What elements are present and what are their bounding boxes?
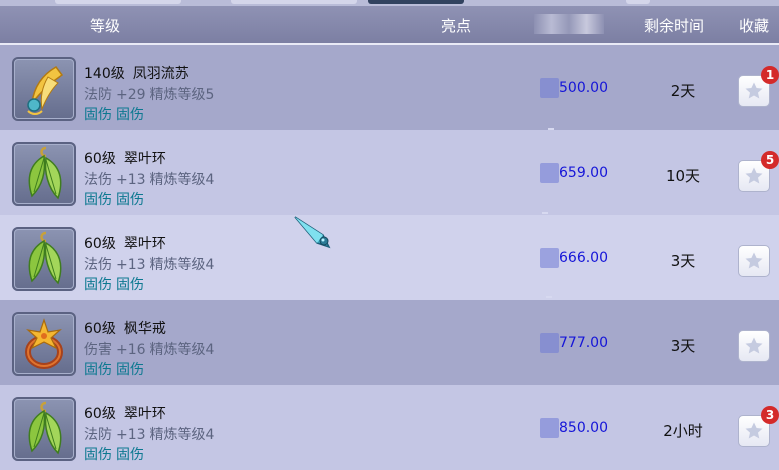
tag: 固伤 xyxy=(116,107,144,123)
item-name: 枫华戒 xyxy=(123,321,166,337)
price-column-mark xyxy=(542,212,548,214)
table-row[interactable]: 60级 翠叶环 法伤 +13 精炼等级4 固伤 固伤 666.00 3天 xyxy=(0,215,779,300)
star-icon xyxy=(745,82,763,99)
tag: 固伤 xyxy=(84,107,112,123)
tag: 固伤 xyxy=(116,277,144,293)
refine-level: 精炼等级4 xyxy=(149,257,215,273)
tag: 固伤 xyxy=(116,362,144,378)
item-level: 60级 xyxy=(84,236,116,252)
tag: 固伤 xyxy=(84,447,112,463)
star-icon xyxy=(745,337,763,354)
star-icon xyxy=(745,252,763,269)
refine-level: 精炼等级4 xyxy=(149,342,215,358)
stat-value: +13 xyxy=(116,172,146,188)
item-name: 翠叶环 xyxy=(123,406,166,422)
item-stats: 伤害 +16 精炼等级4 xyxy=(84,339,218,359)
item-tags: 固伤 固伤 xyxy=(84,359,148,379)
star-icon xyxy=(745,422,763,439)
green-leaf-ring-icon[interactable] xyxy=(12,227,76,291)
item-name: 翠叶环 xyxy=(123,236,166,252)
price-blurred xyxy=(540,333,559,353)
stat-value: +16 xyxy=(116,342,146,358)
refine-level: 精炼等级4 xyxy=(149,427,215,443)
green-leaf-ring-icon[interactable] xyxy=(12,142,76,206)
table-row[interactable]: 60级 翠叶环 法伤 +13 精炼等级4 固伤 固伤 659.00 10天 5 xyxy=(0,130,779,215)
item-title: 60级 枫华戒 xyxy=(84,318,166,338)
tag: 固伤 xyxy=(116,447,144,463)
item-name: 凤羽流苏 xyxy=(132,66,189,82)
stat-value: +13 xyxy=(116,257,146,273)
item-level: 60级 xyxy=(84,151,116,167)
table-row[interactable]: 60级 翠叶环 法防 +13 精炼等级4 固伤 固伤 850.00 2小时 3 xyxy=(0,385,779,470)
item-tags: 固伤 固伤 xyxy=(84,444,148,464)
price-blurred xyxy=(540,248,559,268)
favorite-button[interactable] xyxy=(738,330,770,362)
price-column-mark xyxy=(546,296,552,298)
header-favorite[interactable]: 收藏 xyxy=(739,15,769,36)
top-tab-2[interactable] xyxy=(231,0,357,4)
item-tags: 固伤 固伤 xyxy=(84,274,148,294)
top-tab-1[interactable] xyxy=(55,0,181,4)
tag: 固伤 xyxy=(116,192,144,208)
price-column-mark xyxy=(548,128,554,130)
price-blurred xyxy=(540,163,559,183)
stat-label: 法伤 xyxy=(84,257,112,273)
item-stats: 法防 +13 精炼等级4 xyxy=(84,424,218,444)
item-stats: 法伤 +13 精炼等级4 xyxy=(84,254,218,274)
item-tags: 固伤 固伤 xyxy=(84,189,148,209)
favorite-count-badge: 1 xyxy=(761,66,779,84)
item-name: 翠叶环 xyxy=(123,151,166,167)
item-level: 60级 xyxy=(84,321,116,337)
favorite-button[interactable] xyxy=(738,245,770,277)
price-blurred xyxy=(540,418,559,438)
header-price-blurred[interactable] xyxy=(534,14,604,34)
price-blurred xyxy=(540,78,559,98)
refine-level: 精炼等级5 xyxy=(149,87,215,103)
item-title: 60级 翠叶环 xyxy=(84,233,166,253)
stat-label: 法防 xyxy=(84,87,112,103)
item-level: 60级 xyxy=(84,406,116,422)
item-title: 60级 翠叶环 xyxy=(84,403,166,423)
header-highlight[interactable]: 亮点 xyxy=(441,15,471,36)
stat-label: 伤害 xyxy=(84,342,112,358)
item-title: 60级 翠叶环 xyxy=(84,148,166,168)
refine-level: 精炼等级4 xyxy=(149,172,215,188)
header-level[interactable]: 等级 xyxy=(90,15,120,36)
top-tab-3-active[interactable] xyxy=(368,0,464,4)
item-level: 140级 xyxy=(84,66,125,82)
tag: 固伤 xyxy=(84,277,112,293)
table-header: 等级 亮点 剩余时间 收藏 xyxy=(0,6,779,45)
top-tab-4[interactable] xyxy=(626,0,650,4)
maple-flower-ring-icon[interactable] xyxy=(12,312,76,376)
stat-value: +13 xyxy=(116,427,146,443)
header-remaining-time[interactable]: 剩余时间 xyxy=(644,15,704,36)
item-title: 140级 凤羽流苏 xyxy=(84,63,189,83)
stat-value: +29 xyxy=(116,87,146,103)
golden-feather-tassel-icon[interactable] xyxy=(12,57,76,121)
crystal-cursor-icon xyxy=(294,216,331,249)
stat-label: 法防 xyxy=(84,427,112,443)
item-tags: 固伤 固伤 xyxy=(84,104,148,124)
star-icon xyxy=(745,167,763,184)
stat-label: 法伤 xyxy=(84,172,112,188)
favorite-count-badge: 3 xyxy=(761,406,779,424)
item-stats: 法伤 +13 精炼等级4 xyxy=(84,169,218,189)
green-leaf-ring-icon[interactable] xyxy=(12,397,76,461)
table-row[interactable]: 140级 凤羽流苏 法防 +29 精炼等级5 固伤 固伤 500.00 2天 1 xyxy=(0,45,779,130)
table-row[interactable]: 60级 枫华戒 伤害 +16 精炼等级4 固伤 固伤 777.00 3天 xyxy=(0,300,779,385)
tag: 固伤 xyxy=(84,362,112,378)
tag: 固伤 xyxy=(84,192,112,208)
item-stats: 法防 +29 精炼等级5 xyxy=(84,84,218,104)
favorite-count-badge: 5 xyxy=(761,151,779,169)
